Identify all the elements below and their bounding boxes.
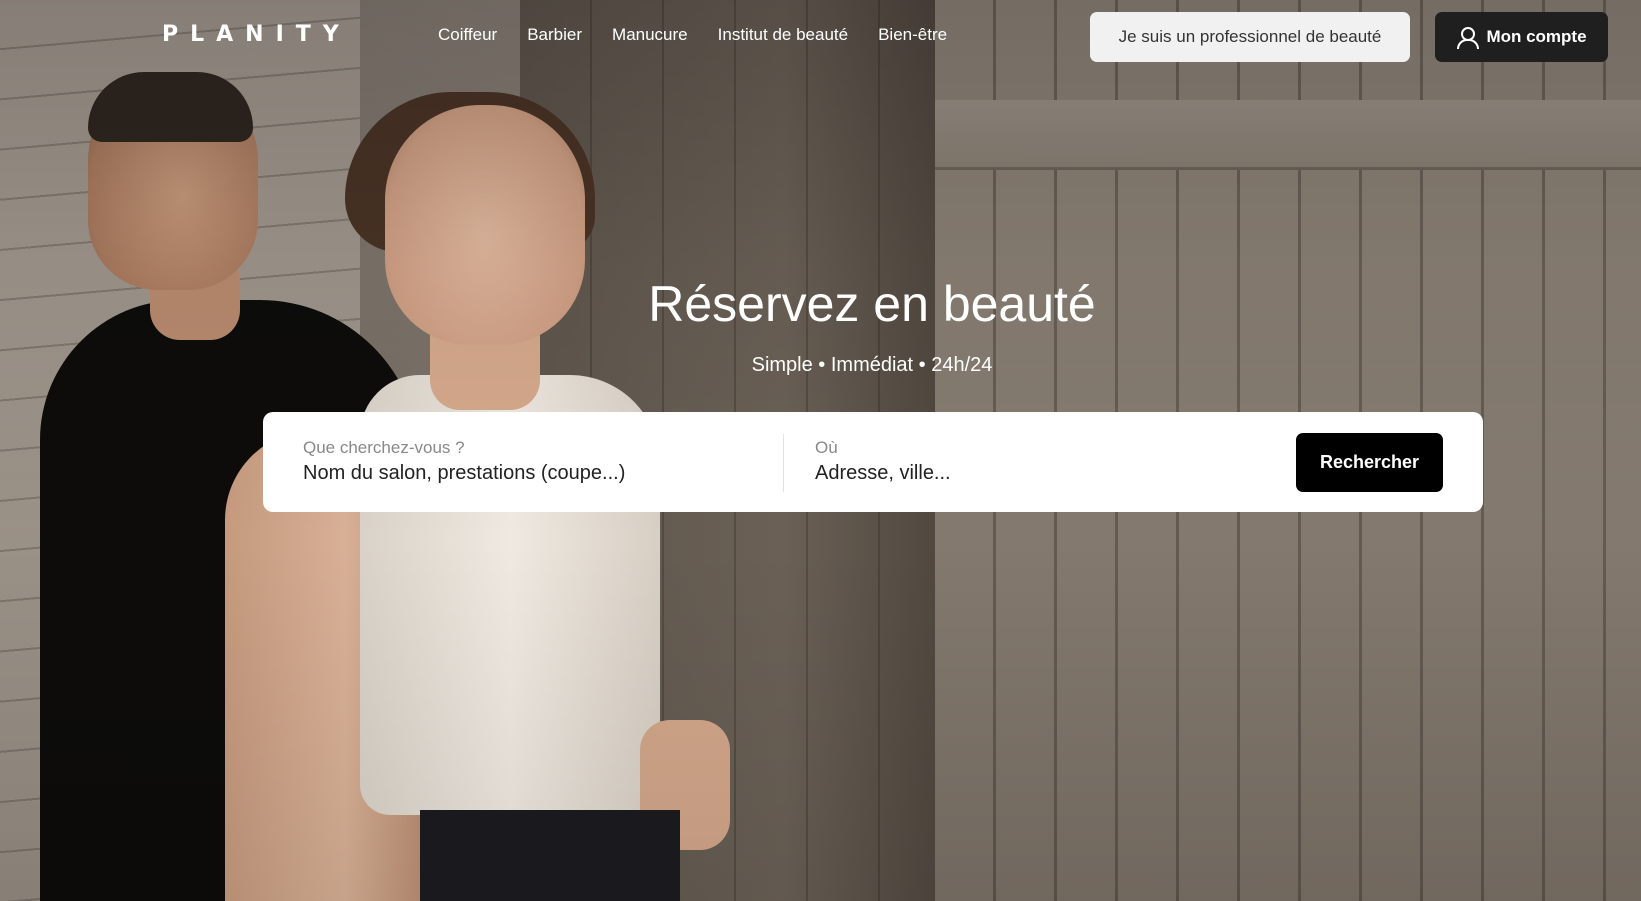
nav-item-coiffeur[interactable]: Coiffeur bbox=[438, 25, 497, 45]
main-nav: Coiffeur Barbier Manucure Institut de be… bbox=[438, 25, 977, 45]
professional-button[interactable]: Je suis un professionnel de beauté bbox=[1090, 12, 1410, 62]
hero-subtitle: Simple • Immédiat • 24h/24 bbox=[751, 354, 993, 376]
nav-item-institut-de-beaute[interactable]: Institut de beauté bbox=[718, 25, 848, 45]
what-field-label: Que cherchez-vous ? bbox=[303, 438, 465, 457]
nav-item-bien-etre[interactable]: Bien-être bbox=[878, 25, 947, 45]
hero-title: Réservez en beauté bbox=[648, 276, 1096, 332]
nav-item-barbier[interactable]: Barbier bbox=[527, 25, 582, 45]
planity-logo[interactable]: PLANITY bbox=[162, 22, 351, 47]
hero-section: PLANITY Coiffeur Barbier Manucure Instit… bbox=[0, 0, 1641, 901]
what-input[interactable] bbox=[303, 462, 773, 485]
where-field-label: Où bbox=[815, 438, 838, 457]
where-input[interactable] bbox=[815, 462, 1265, 485]
account-button-label: Mon compte bbox=[1486, 27, 1587, 46]
nav-item-manucure[interactable]: Manucure bbox=[612, 25, 688, 45]
search-divider bbox=[783, 434, 784, 492]
what-field[interactable]: Que cherchez-vous ? bbox=[303, 412, 773, 512]
account-button[interactable]: Mon compte bbox=[1435, 12, 1608, 62]
top-header: PLANITY Coiffeur Barbier Manucure Instit… bbox=[0, 0, 1641, 72]
search-bar: Que cherchez-vous ? Où Rechercher bbox=[263, 412, 1483, 512]
search-button[interactable]: Rechercher bbox=[1296, 433, 1443, 492]
user-icon bbox=[1456, 26, 1480, 49]
where-field[interactable]: Où bbox=[815, 412, 1265, 512]
